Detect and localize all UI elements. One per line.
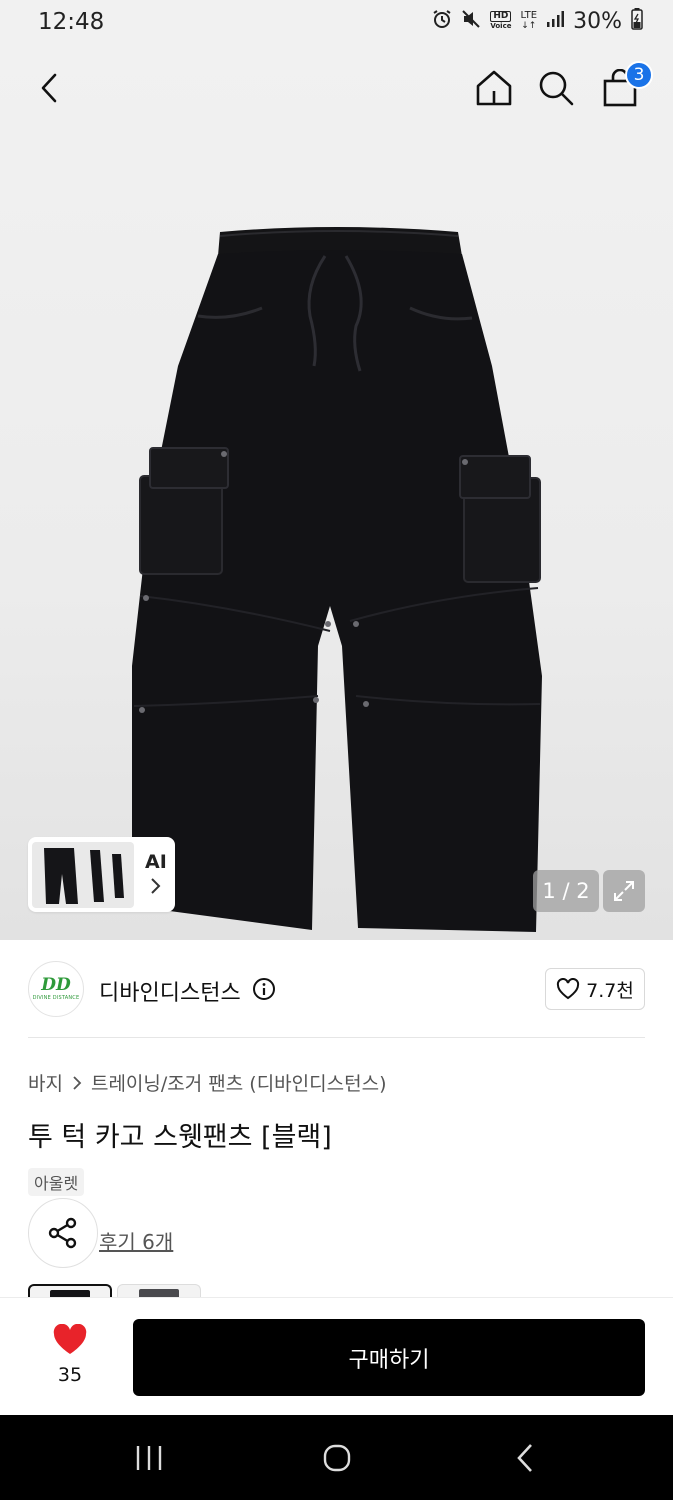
color-swatch-black[interactable] xyxy=(28,1284,112,1298)
search-button[interactable] xyxy=(526,48,586,128)
status-time: 12:48 xyxy=(38,9,105,35)
back-arrow-icon xyxy=(41,73,57,103)
search-icon xyxy=(539,71,574,106)
brand-like-count: 7.7천 xyxy=(586,979,634,1002)
home-button[interactable] xyxy=(464,48,524,128)
brand-like-button[interactable]: 7.7천 xyxy=(545,968,645,1010)
share-icon xyxy=(48,1217,77,1249)
battery-charging-icon xyxy=(631,8,643,34)
ai-label: AI xyxy=(145,851,167,873)
breadcrumb-subcategory[interactable]: 트레이닝/조거 팬츠 (디바인디스턴스) xyxy=(91,1069,387,1096)
chevron-right-icon xyxy=(73,1075,82,1090)
wishlist-count: 35 xyxy=(57,1364,83,1386)
back-button[interactable] xyxy=(20,48,80,128)
hd-label: HD xyxy=(490,11,512,22)
top-nav: 3 xyxy=(0,48,673,128)
wishlist-button[interactable]: 35 xyxy=(38,1324,102,1390)
buy-button[interactable]: 구매하기 xyxy=(133,1319,645,1396)
outlet-tag: 아울렛 xyxy=(28,1168,85,1196)
review-link[interactable]: 후기 6개 xyxy=(99,1226,173,1255)
image-counter: 1 / 2 xyxy=(533,870,599,912)
status-icons: HD Voice LTE ↓↑ 30% xyxy=(432,8,643,34)
expand-button[interactable] xyxy=(603,870,645,912)
brand-logo-text: DIVINE DISTANCE xyxy=(32,995,80,1001)
cart-button[interactable]: 3 xyxy=(590,48,653,128)
home-icon xyxy=(476,70,512,106)
home-circle-icon xyxy=(323,1444,351,1471)
divider xyxy=(28,1037,645,1038)
color-swatch-gray[interactable] xyxy=(117,1284,201,1298)
product-image-area[interactable] xyxy=(0,48,673,940)
voice-label: Voice xyxy=(490,22,512,30)
product-title: 투 턱 카고 스웻팬츠 [블랙] xyxy=(28,1122,332,1153)
battery-percent: 30% xyxy=(573,8,622,34)
status-bar: 12:48 HD Voice LTE ↓↑ 30% xyxy=(0,0,673,48)
brand-logo[interactable]: DD DIVINE DISTANCE xyxy=(28,961,84,1017)
mute-icon xyxy=(461,9,481,33)
lte-label: LTE xyxy=(520,10,538,21)
share-button[interactable] xyxy=(28,1198,98,1268)
back-nav-icon xyxy=(517,1443,532,1472)
ai-recommend-card[interactable]: AI xyxy=(28,837,175,912)
recent-apps-button[interactable] xyxy=(104,1415,194,1500)
alarm-icon xyxy=(432,9,452,33)
hd-voice-icon: HD Voice xyxy=(490,11,512,31)
signal-icon xyxy=(546,10,565,32)
android-nav-bar xyxy=(0,1415,673,1500)
recent-apps-icon xyxy=(136,1445,162,1470)
heart-filled-icon xyxy=(53,1324,87,1354)
expand-icon xyxy=(614,881,634,901)
brand-name[interactable]: 디바인디스턴스 xyxy=(99,975,241,1007)
home-nav-button[interactable] xyxy=(292,1415,382,1500)
brand-logo-mark: DD xyxy=(41,975,71,995)
heart-outline-icon xyxy=(557,978,580,1000)
purchase-bar: 35 구매하기 xyxy=(0,1297,673,1415)
brand-row: DD DIVINE DISTANCE 디바인디스턴스 7.7천 xyxy=(0,940,673,1038)
product-image xyxy=(132,227,542,932)
lte-icon: LTE ↓↑ xyxy=(520,10,538,32)
back-nav-button[interactable] xyxy=(480,1415,570,1500)
chevron-right-icon xyxy=(151,878,161,894)
breadcrumb-category[interactable]: 바지 xyxy=(28,1069,63,1096)
info-icon[interactable] xyxy=(252,977,276,1001)
cart-count-badge: 3 xyxy=(625,61,653,89)
breadcrumb: 바지 트레이닝/조거 팬츠 (디바인디스턴스) xyxy=(28,1069,386,1096)
thumbnail-image xyxy=(32,841,134,908)
